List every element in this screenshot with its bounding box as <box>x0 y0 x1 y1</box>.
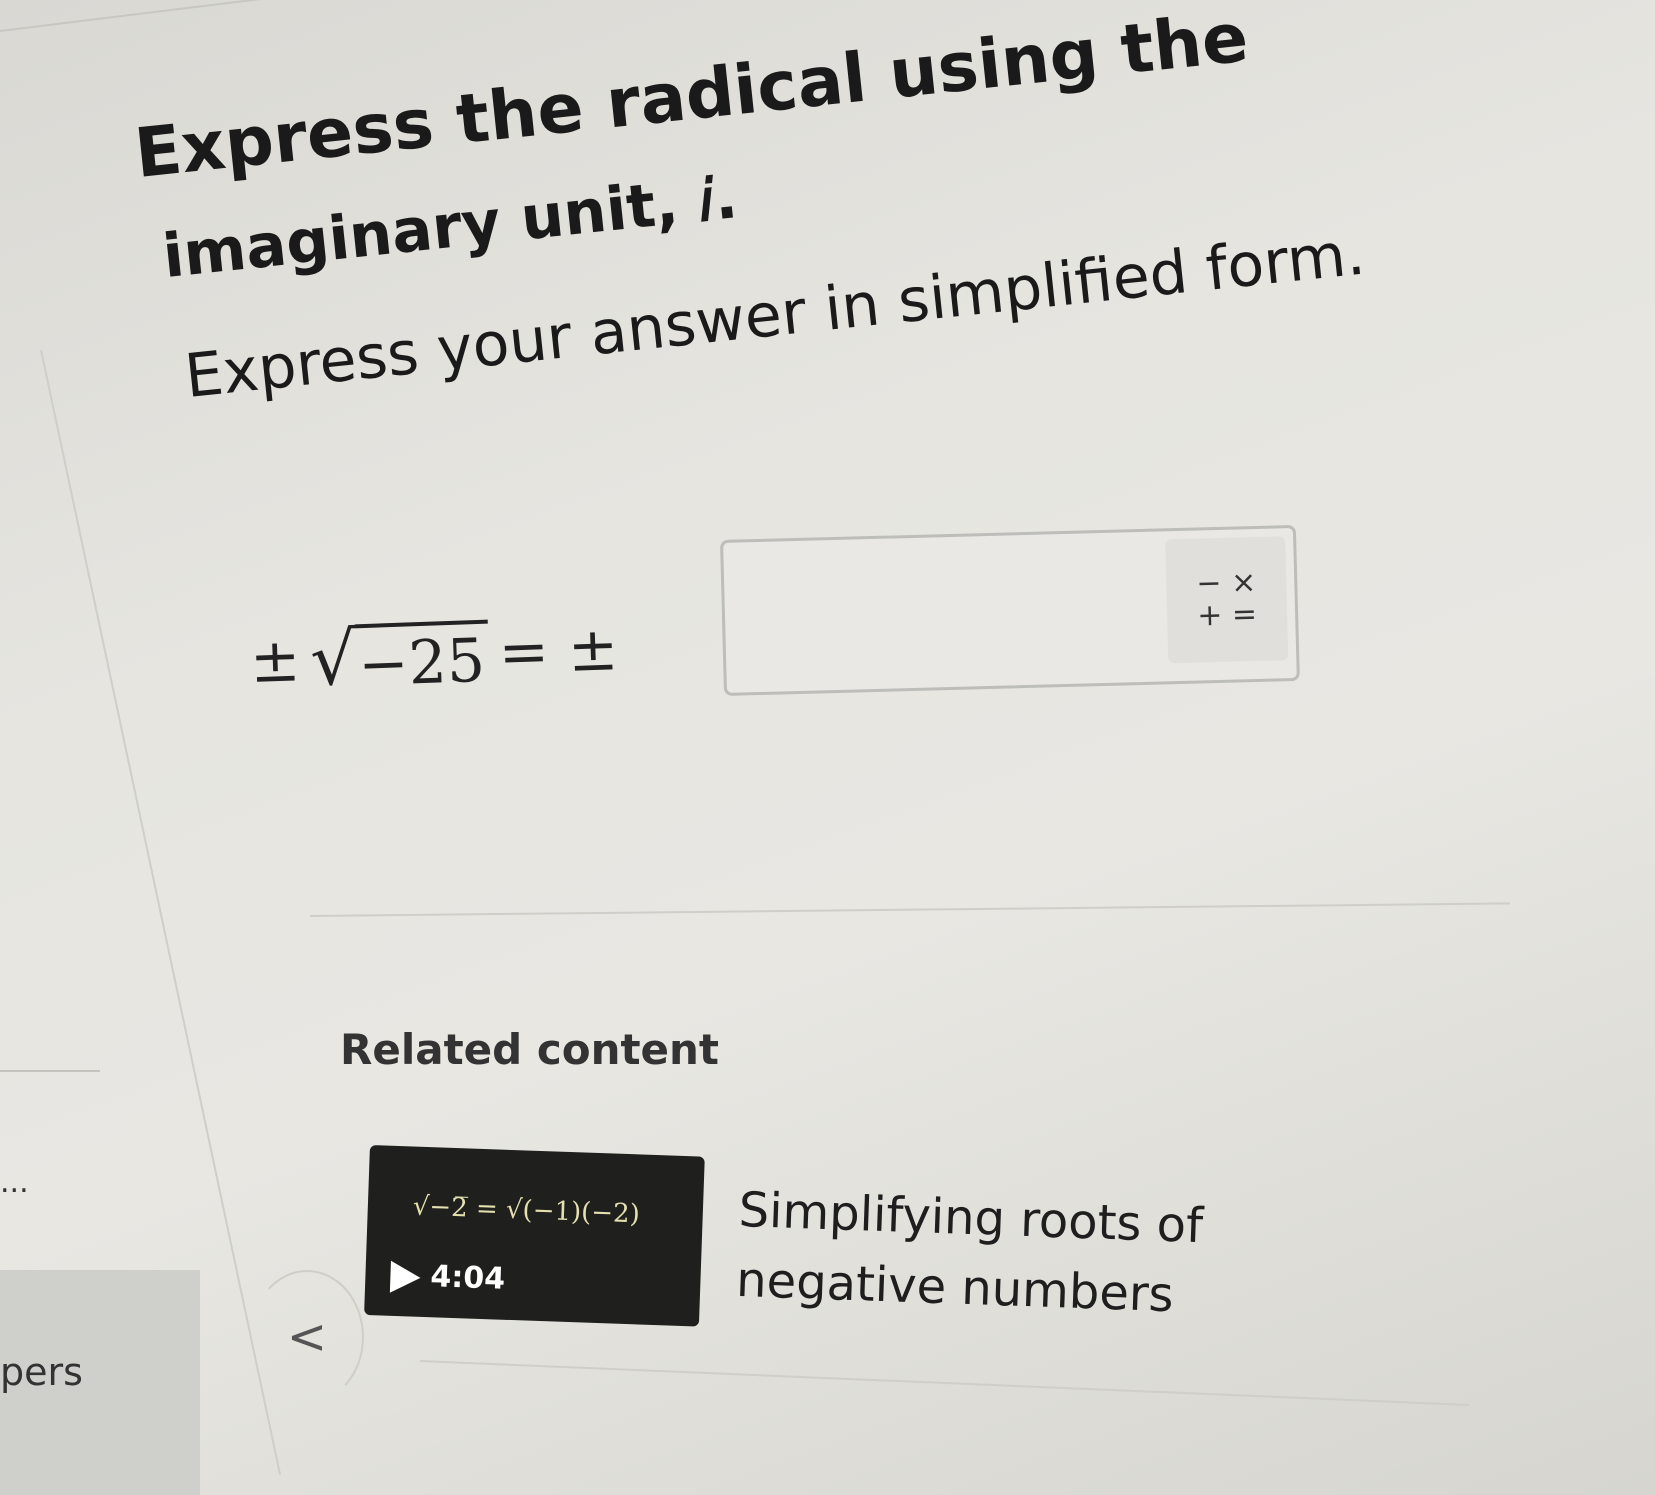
answer-field[interactable]: − × + = <box>720 524 1300 696</box>
answer-input[interactable] <box>723 531 1171 695</box>
thumbnail-formula: √−2̅ = √(−1)(−2) <box>412 1191 641 1230</box>
sidebar-ellipsis[interactable]: ... <box>0 1165 29 1200</box>
square-root-icon: √ <box>308 616 358 702</box>
previous-button[interactable]: < <box>250 1270 364 1404</box>
math-keypad-button[interactable]: − × + = <box>1165 536 1289 664</box>
radical-expression: √ −25 <box>308 612 491 702</box>
play-icon[interactable] <box>389 1260 421 1294</box>
exercise-page: ... pers Express the radical using the i… <box>0 0 1655 1495</box>
related-content-heading: Related content <box>340 1025 720 1074</box>
section-divider <box>310 902 1510 917</box>
sidebar-partial-label[interactable]: pers <box>0 1350 83 1394</box>
video-thumbnail[interactable]: √−2̅ = √(−1)(−2) 4:04 <box>364 1145 705 1327</box>
equals-plus-minus: = ± <box>497 614 620 689</box>
video-title-link[interactable]: Simplifying roots of negative numbers <box>735 1175 1340 1336</box>
bottom-divider <box>419 1360 1470 1406</box>
equation: ± √ −25 = ± <box>249 607 620 704</box>
plus-minus-sign: ± <box>248 625 302 697</box>
radicand: −25 <box>354 619 491 701</box>
question-prompt: Express the radical using the imaginary … <box>131 0 1440 422</box>
keypad-plus-equals-icon: + = <box>1196 596 1258 634</box>
sidebar-divider <box>0 1070 100 1072</box>
keypad-minus-times-icon: − × <box>1195 564 1257 602</box>
video-duration: 4:04 <box>429 1259 506 1297</box>
top-divider <box>0 0 696 32</box>
chevron-left-icon: < <box>286 1309 328 1365</box>
